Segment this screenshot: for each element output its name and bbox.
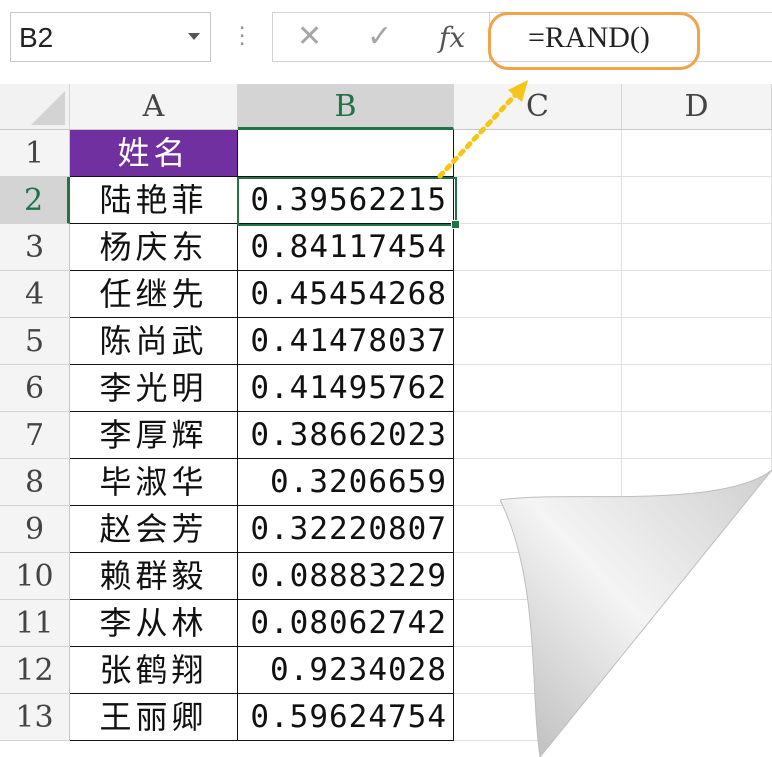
arrow-line [437,89,521,179]
page-curl [500,470,772,757]
